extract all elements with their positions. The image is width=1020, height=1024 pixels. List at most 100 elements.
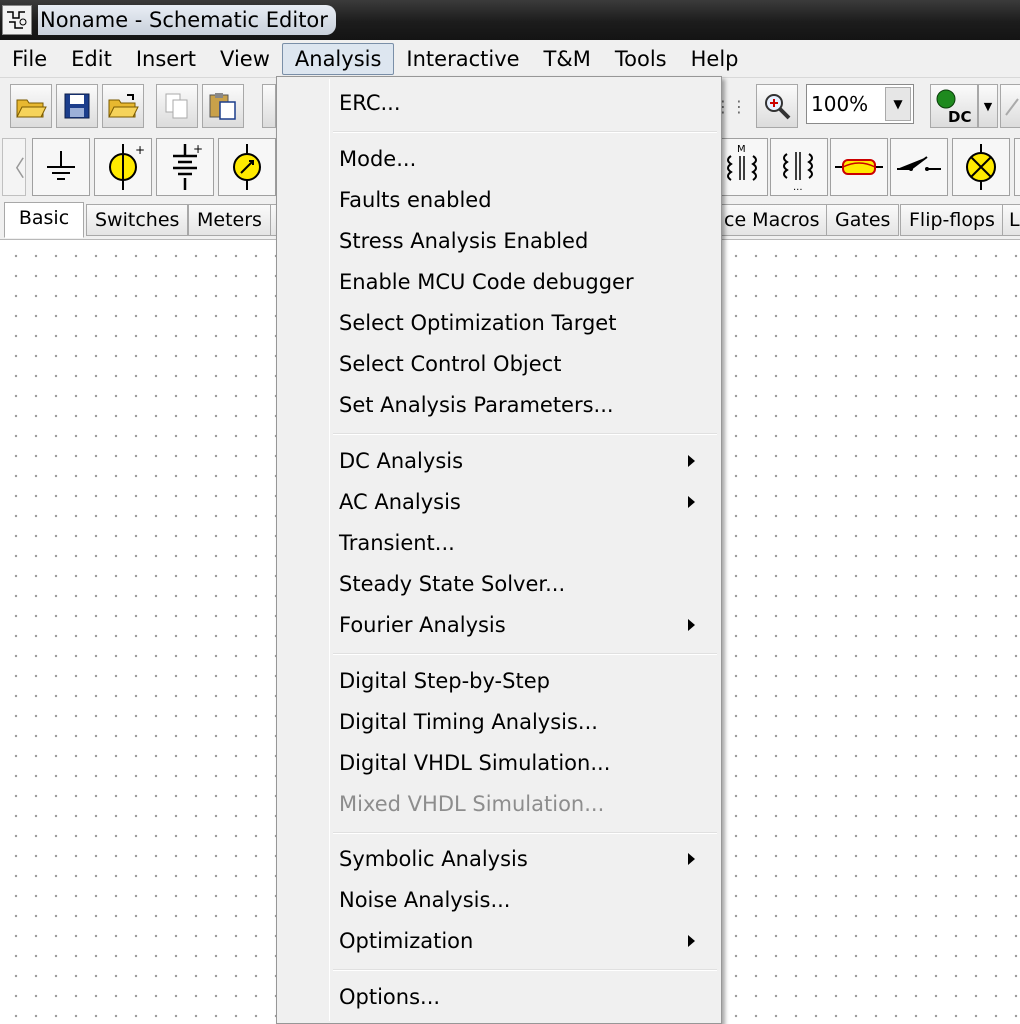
title-bar: Noname - Schematic Editor (0, 0, 1020, 40)
menu-item-erc[interactable]: ERC... (277, 83, 721, 123)
menu-view[interactable]: View (208, 43, 282, 75)
menu-file[interactable]: File (0, 43, 59, 75)
menu-item-label: Digital Timing Analysis... (339, 710, 598, 734)
menu-item-mixed-vhdl: Mixed VHDL Simulation... (277, 784, 721, 824)
tab-switches[interactable]: Switches (86, 204, 189, 236)
copy-icon[interactable] (156, 84, 198, 128)
menu-bar: File Edit Insert View Analysis Interacti… (0, 40, 1020, 78)
menu-item-label: Fourier Analysis (339, 613, 506, 637)
menu-item-label: Mode... (339, 147, 417, 171)
menu-item-transient[interactable]: Transient... (277, 523, 721, 563)
battery-icon[interactable]: + (156, 138, 214, 196)
switch-icon[interactable] (890, 138, 948, 196)
svg-text:DC: DC (948, 108, 971, 125)
menu-separator (333, 653, 717, 655)
menu-item-analysis-parameters[interactable]: Set Analysis Parameters... (277, 385, 721, 425)
svg-text:...: ... (793, 182, 803, 192)
svg-text:+: + (135, 143, 145, 157)
current-source-icon[interactable] (218, 138, 276, 196)
menu-item-label: Steady State Solver... (339, 572, 566, 596)
save-icon[interactable] (56, 84, 98, 128)
menu-interactive[interactable]: Interactive (394, 43, 531, 75)
menu-edit[interactable]: Edit (59, 43, 124, 75)
menu-tm[interactable]: T&M (532, 43, 603, 75)
menu-item-faults-enabled[interactable]: Faults enabled (277, 180, 721, 220)
dc-dropdown-chevron-icon[interactable]: ▼ (978, 84, 998, 128)
menu-item-noise-analysis[interactable]: Noise Analysis... (277, 880, 721, 920)
zoom-in-icon[interactable] (756, 84, 798, 128)
menu-separator (333, 131, 717, 133)
submenu-arrow-icon (688, 935, 695, 947)
menu-item-label: Digital VHDL Simulation... (339, 751, 611, 775)
chevron-down-icon[interactable]: ▼ (885, 87, 911, 121)
menu-item-control-object[interactable]: Select Control Object (277, 344, 721, 384)
probe-icon[interactable] (1000, 84, 1020, 128)
menu-item-options[interactable]: Options... (277, 977, 721, 1017)
menu-item-label: Set Analysis Parameters... (339, 393, 614, 417)
menu-item-label: Enable MCU Code debugger (339, 270, 634, 294)
voltage-source-icon[interactable]: + (94, 138, 152, 196)
zoom-combo[interactable]: 100% ▼ (806, 84, 914, 124)
menu-item-stress-analysis[interactable]: Stress Analysis Enabled (277, 221, 721, 261)
tab-logic[interactable]: L (1002, 204, 1020, 236)
transformer-icon[interactable]: M (718, 138, 768, 196)
menu-item-label: Optimization (339, 929, 474, 953)
menu-item-label: Select Optimization Target (339, 311, 617, 335)
menu-item-digital-vhdl[interactable]: Digital VHDL Simulation... (277, 743, 721, 783)
coupled-inductor-icon[interactable]: ... (770, 138, 828, 196)
tab-flip-flops[interactable]: Flip-flops (900, 204, 1004, 236)
toolbar-grip-icon: ⋮⋮ (715, 96, 747, 116)
tab-basic[interactable]: Basic (4, 202, 84, 238)
menu-item-dc-analysis[interactable]: DC Analysis (277, 441, 721, 481)
paste-icon[interactable] (202, 84, 244, 128)
menu-item-digital-timing[interactable]: Digital Timing Analysis... (277, 702, 721, 742)
menu-separator (333, 433, 717, 435)
submenu-arrow-icon (688, 455, 695, 467)
menu-item-digital-step[interactable]: Digital Step-by-Step (277, 661, 721, 701)
menu-item-optimization-target[interactable]: Select Optimization Target (277, 303, 721, 343)
tab-meters[interactable]: Meters (188, 204, 271, 236)
svg-text:M: M (737, 144, 746, 155)
menu-separator (333, 832, 717, 834)
menu-item-label: ERC... (339, 91, 401, 115)
open-folder-icon[interactable] (10, 84, 52, 128)
menu-item-label: Symbolic Analysis (339, 847, 528, 871)
menu-item-mcu-debugger[interactable]: Enable MCU Code debugger (277, 262, 721, 302)
menu-item-label: Select Control Object (339, 352, 562, 376)
toolbar-divider (262, 84, 276, 128)
palette-edge (1014, 138, 1020, 196)
menu-separator (333, 969, 717, 971)
menu-item-label: Faults enabled (339, 188, 492, 212)
menu-item-label: AC Analysis (339, 490, 461, 514)
menu-analysis[interactable]: Analysis (281, 42, 395, 75)
menu-item-label: Options... (339, 985, 441, 1009)
window-title: Noname - Schematic Editor (40, 7, 328, 32)
app-icon[interactable] (2, 5, 32, 35)
lamp-icon[interactable] (952, 138, 1010, 196)
ground-icon[interactable] (32, 138, 90, 196)
fuse-icon[interactable] (830, 138, 888, 196)
zoom-value: 100% (811, 92, 869, 116)
tab-gates[interactable]: Gates (826, 204, 900, 236)
menu-item-steady-state[interactable]: Steady State Solver... (277, 564, 721, 604)
menu-item-ac-analysis[interactable]: AC Analysis (277, 482, 721, 522)
menu-item-optimization[interactable]: Optimization (277, 921, 721, 961)
analysis-menu: ERC... Mode... Faults enabled Stress Ana… (276, 76, 722, 1024)
scroll-left-icon[interactable]: 〈 (2, 138, 26, 196)
menu-item-label: DC Analysis (339, 449, 464, 473)
menu-item-symbolic-analysis[interactable]: Symbolic Analysis (277, 839, 721, 879)
open-project-icon[interactable] (102, 84, 144, 128)
menu-tools[interactable]: Tools (603, 43, 679, 75)
tab-source-macros[interactable]: ce Macros (716, 204, 829, 236)
menu-item-label: Mixed VHDL Simulation... (339, 792, 605, 816)
menu-item-fourier-analysis[interactable]: Fourier Analysis (277, 605, 721, 645)
submenu-arrow-icon (688, 853, 695, 865)
dc-analysis-icon[interactable]: DC (930, 84, 978, 128)
submenu-arrow-icon (688, 619, 695, 631)
menu-insert[interactable]: Insert (124, 43, 208, 75)
menu-item-mode[interactable]: Mode... (277, 139, 721, 179)
svg-text:+: + (193, 142, 203, 156)
menu-item-label: Stress Analysis Enabled (339, 229, 589, 253)
submenu-arrow-icon (688, 496, 695, 508)
menu-help[interactable]: Help (679, 43, 751, 75)
